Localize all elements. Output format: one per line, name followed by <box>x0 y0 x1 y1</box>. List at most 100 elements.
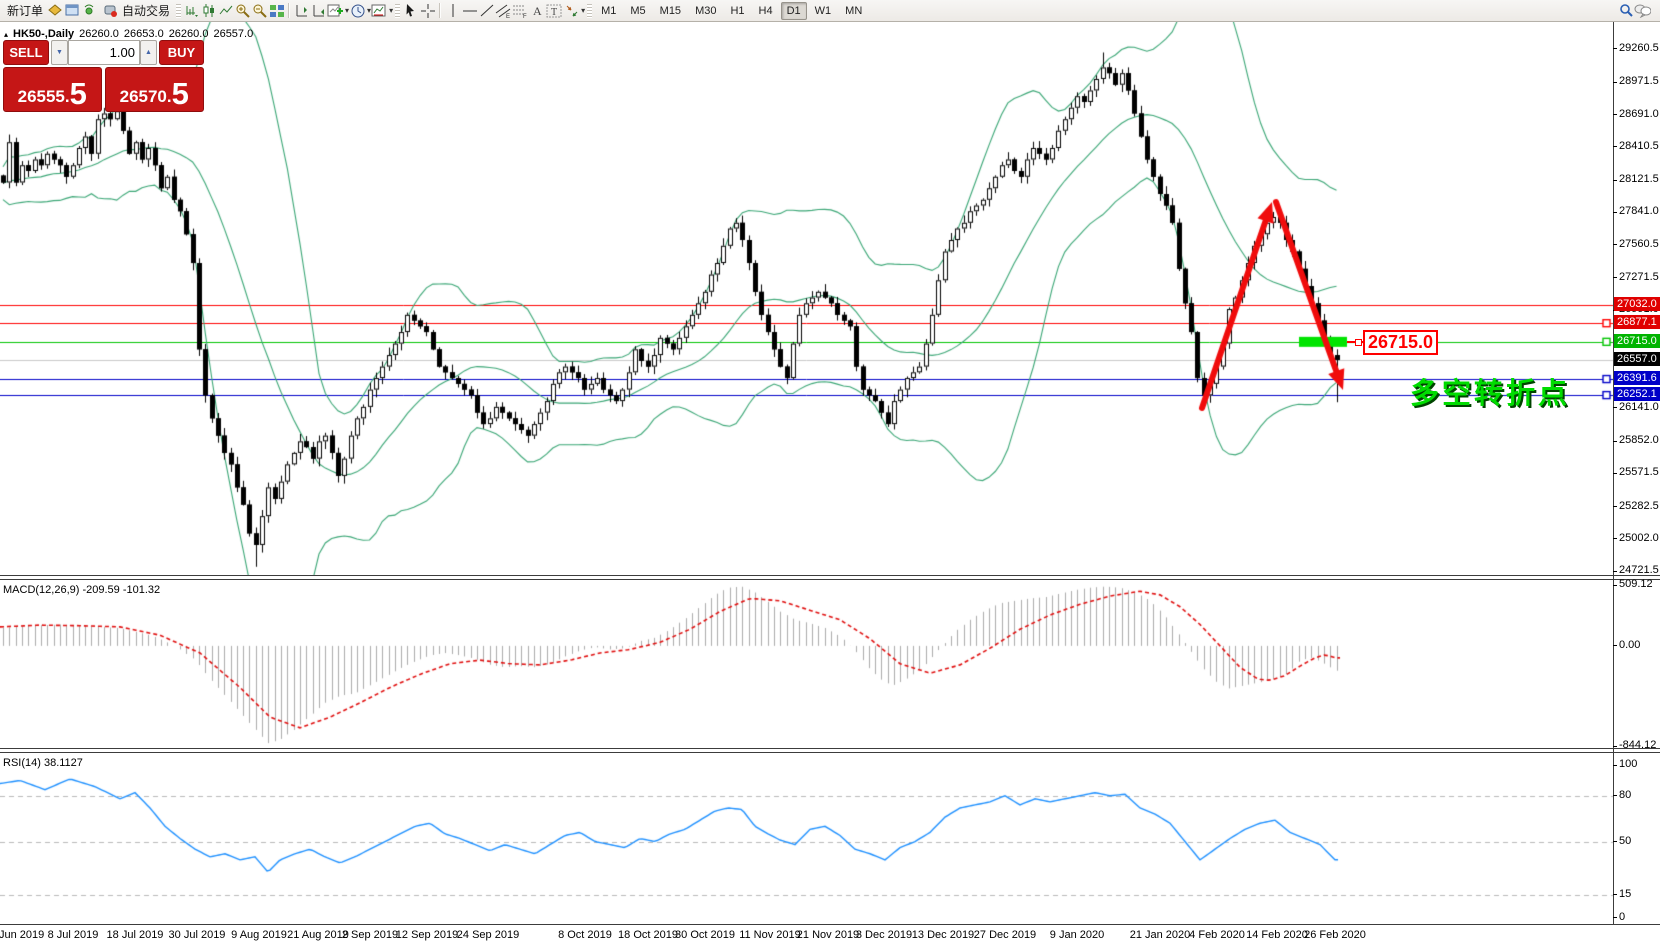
rsi-tick-label: 80 <box>1619 788 1632 801</box>
new-chart-icon[interactable] <box>327 2 344 19</box>
autotrading-icon <box>102 2 119 19</box>
sell-price-display[interactable]: 26555. 5 <box>3 67 102 112</box>
tf-H1[interactable]: H1 <box>724 2 750 20</box>
search-icon[interactable] <box>1617 2 1634 19</box>
new-order-label: 新订单 <box>7 4 44 18</box>
svg-text:T: T <box>551 7 557 18</box>
horizontal-line-icon[interactable] <box>461 2 478 19</box>
buy-price-display[interactable]: 26570. 5 <box>104 67 204 112</box>
price-level-label: 26252.1 <box>1614 387 1660 402</box>
price-chart-canvas[interactable] <box>0 22 1613 575</box>
macd-tick-mark <box>1613 584 1617 586</box>
macd-pane-canvas[interactable] <box>0 580 1613 748</box>
chat-icon[interactable] <box>1634 2 1651 19</box>
price-tick-mark <box>1613 407 1617 409</box>
pane-separator[interactable] <box>0 575 1660 576</box>
volume-down-button[interactable]: ▼ <box>50 40 68 65</box>
sell-button[interactable]: SELL <box>3 40 49 65</box>
navigator-icon[interactable] <box>81 2 98 19</box>
trendline-icon[interactable] <box>478 2 495 19</box>
main-toolbar: 新订单 自动交易 ▾ ▾ ▾ E F A T ▾ M1 M5 M15 M30 H… <box>0 0 1660 22</box>
arrows-icon[interactable] <box>563 2 580 19</box>
price-tick-label: 27271.5 <box>1619 270 1659 283</box>
price-tick-mark <box>1613 506 1617 508</box>
price-tick-label: 29260.5 <box>1619 41 1659 54</box>
price-tick-label: 28691.0 <box>1619 107 1659 120</box>
crosshair-icon[interactable] <box>419 2 436 19</box>
price-tick-mark <box>1613 211 1617 213</box>
price-tick-label: 27841.0 <box>1619 205 1659 218</box>
toolbar-separator <box>288 3 291 18</box>
tf-M1[interactable]: M1 <box>595 2 622 20</box>
close-value: 26557.0 <box>213 28 254 40</box>
sell-price-base: 26555 <box>17 87 65 106</box>
period-icon[interactable] <box>349 2 366 19</box>
price-level-label: 26557.0 <box>1614 352 1660 367</box>
autotrading-button[interactable]: 自动交易 <box>98 2 174 20</box>
buy-price-pips: 5 <box>171 76 189 111</box>
price-tick-mark <box>1613 114 1617 115</box>
symbol-period-label: HK50-,Daily <box>13 28 75 40</box>
annotation-text[interactable]: 多空转折点 <box>1410 370 1570 412</box>
macd-tick-mark <box>1613 745 1617 747</box>
candlestick-chart-icon[interactable] <box>200 2 217 19</box>
buy-button[interactable]: BUY <box>158 40 204 65</box>
fibonacci-icon[interactable]: F <box>512 2 529 19</box>
pane-separator[interactable] <box>0 748 1660 749</box>
text-icon[interactable]: A <box>529 2 546 19</box>
tf-H4[interactable]: H4 <box>753 2 779 20</box>
date-tick-label: 24 Sep 2019 <box>456 929 520 941</box>
price-tick-mark <box>1613 48 1617 50</box>
tile-windows-icon[interactable] <box>268 2 285 19</box>
chart-properties-dropdown-icon[interactable]: ▾ <box>389 6 393 15</box>
rsi-pane-canvas[interactable] <box>0 753 1613 924</box>
toolbar-separator2 <box>439 3 442 18</box>
price-callout[interactable]: 26715.0 <box>1363 330 1439 355</box>
volume-up-button[interactable]: ▲ <box>139 40 157 65</box>
date-tick-label: 9 Jan 2020 <box>1049 929 1105 941</box>
callout-anchor-icon <box>1355 338 1362 346</box>
bar-chart-icon[interactable] <box>183 2 200 19</box>
market-watch-icon[interactable] <box>47 2 64 19</box>
chart-properties-icon[interactable] <box>371 2 388 19</box>
price-level-label: 27032.0 <box>1614 297 1660 312</box>
tf-M5[interactable]: M5 <box>624 2 651 20</box>
price-tick-label: 27560.5 <box>1619 237 1659 250</box>
time-axis[interactable]: 25 Jun 20198 Jul 201918 Jul 201930 Jul 2… <box>0 925 1613 945</box>
tf-M30[interactable]: M30 <box>689 2 722 20</box>
tf-D1[interactable]: D1 <box>780 1 807 20</box>
zoom-in-icon[interactable] <box>234 2 251 19</box>
toolbar-grip[interactable] <box>176 3 182 18</box>
vertical-line-icon[interactable] <box>444 2 461 19</box>
equidistant-channel-icon[interactable]: E <box>495 2 512 19</box>
price-tick-mark <box>1613 538 1617 540</box>
tf-W1[interactable]: W1 <box>809 2 838 20</box>
rsi-label: RSI(14) 38.1127 <box>3 757 83 769</box>
sell-button-label: SELL <box>9 45 43 60</box>
arrows-dropdown-icon[interactable]: ▾ <box>581 6 585 15</box>
price-tick-mark <box>1613 472 1617 474</box>
rsi-tick-mark <box>1613 841 1617 843</box>
text-label-icon[interactable]: T <box>546 2 563 19</box>
price-tick-mark <box>1613 179 1617 181</box>
arrange-b-icon[interactable] <box>310 2 327 19</box>
rsi-tick-mark <box>1613 764 1617 766</box>
price-tick-mark <box>1613 146 1617 148</box>
arrange-a-icon[interactable] <box>293 2 310 19</box>
date-tick-label: 26 Feb 2020 <box>1304 929 1366 941</box>
chart-ohlc-info: ▴ HK50-,Daily 26260.0 26653.0 26260.0 26… <box>4 28 253 40</box>
price-tick-label: 25571.5 <box>1619 466 1659 479</box>
data-window-icon[interactable] <box>64 2 81 19</box>
tf-MN[interactable]: MN <box>839 2 868 20</box>
zoom-out-icon[interactable] <box>251 2 268 19</box>
volume-input[interactable] <box>67 40 140 65</box>
new-order-button[interactable]: 新订单 <box>3 2 47 20</box>
tf-M15[interactable]: M15 <box>654 2 687 20</box>
toolbar-grip3[interactable] <box>587 3 593 18</box>
one-click-trading-panel: SELL ▼ ▲ BUY 26555.5 26570.5 <box>3 40 204 112</box>
toolbar-grip2[interactable] <box>395 3 401 18</box>
cursor-icon[interactable] <box>402 2 419 19</box>
rsi-tick-label: 100 <box>1619 758 1638 771</box>
line-chart-icon[interactable] <box>217 2 234 19</box>
chart-marker-icon: ▴ <box>4 29 9 39</box>
